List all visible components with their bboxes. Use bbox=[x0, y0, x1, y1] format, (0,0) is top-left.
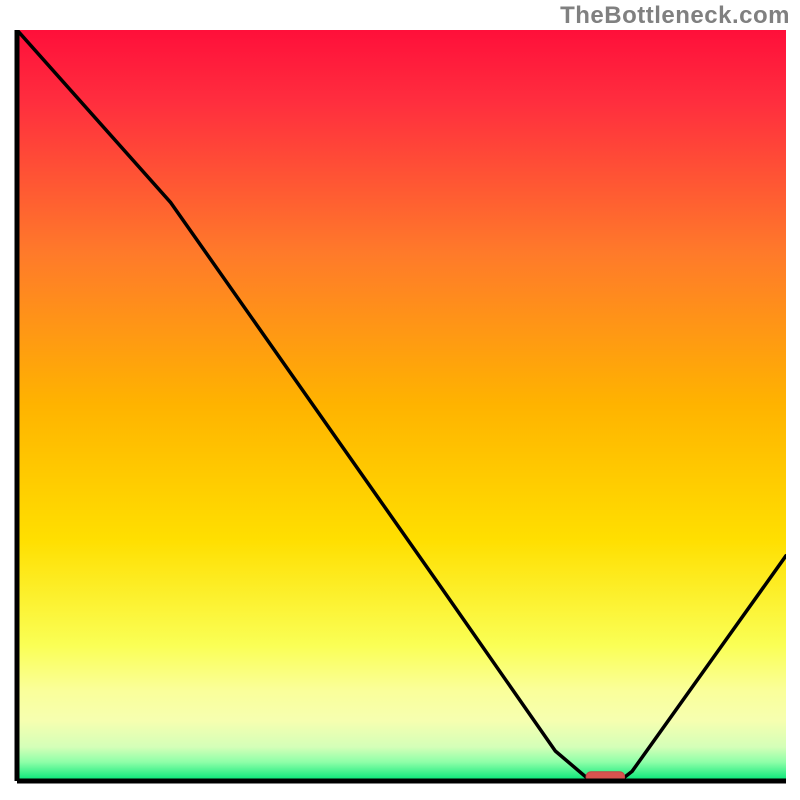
bottleneck-chart bbox=[14, 30, 786, 786]
heatmap-gradient bbox=[17, 30, 786, 781]
watermark-text: TheBottleneck.com bbox=[560, 2, 790, 30]
chart-stage: TheBottleneck.com bbox=[0, 0, 800, 800]
